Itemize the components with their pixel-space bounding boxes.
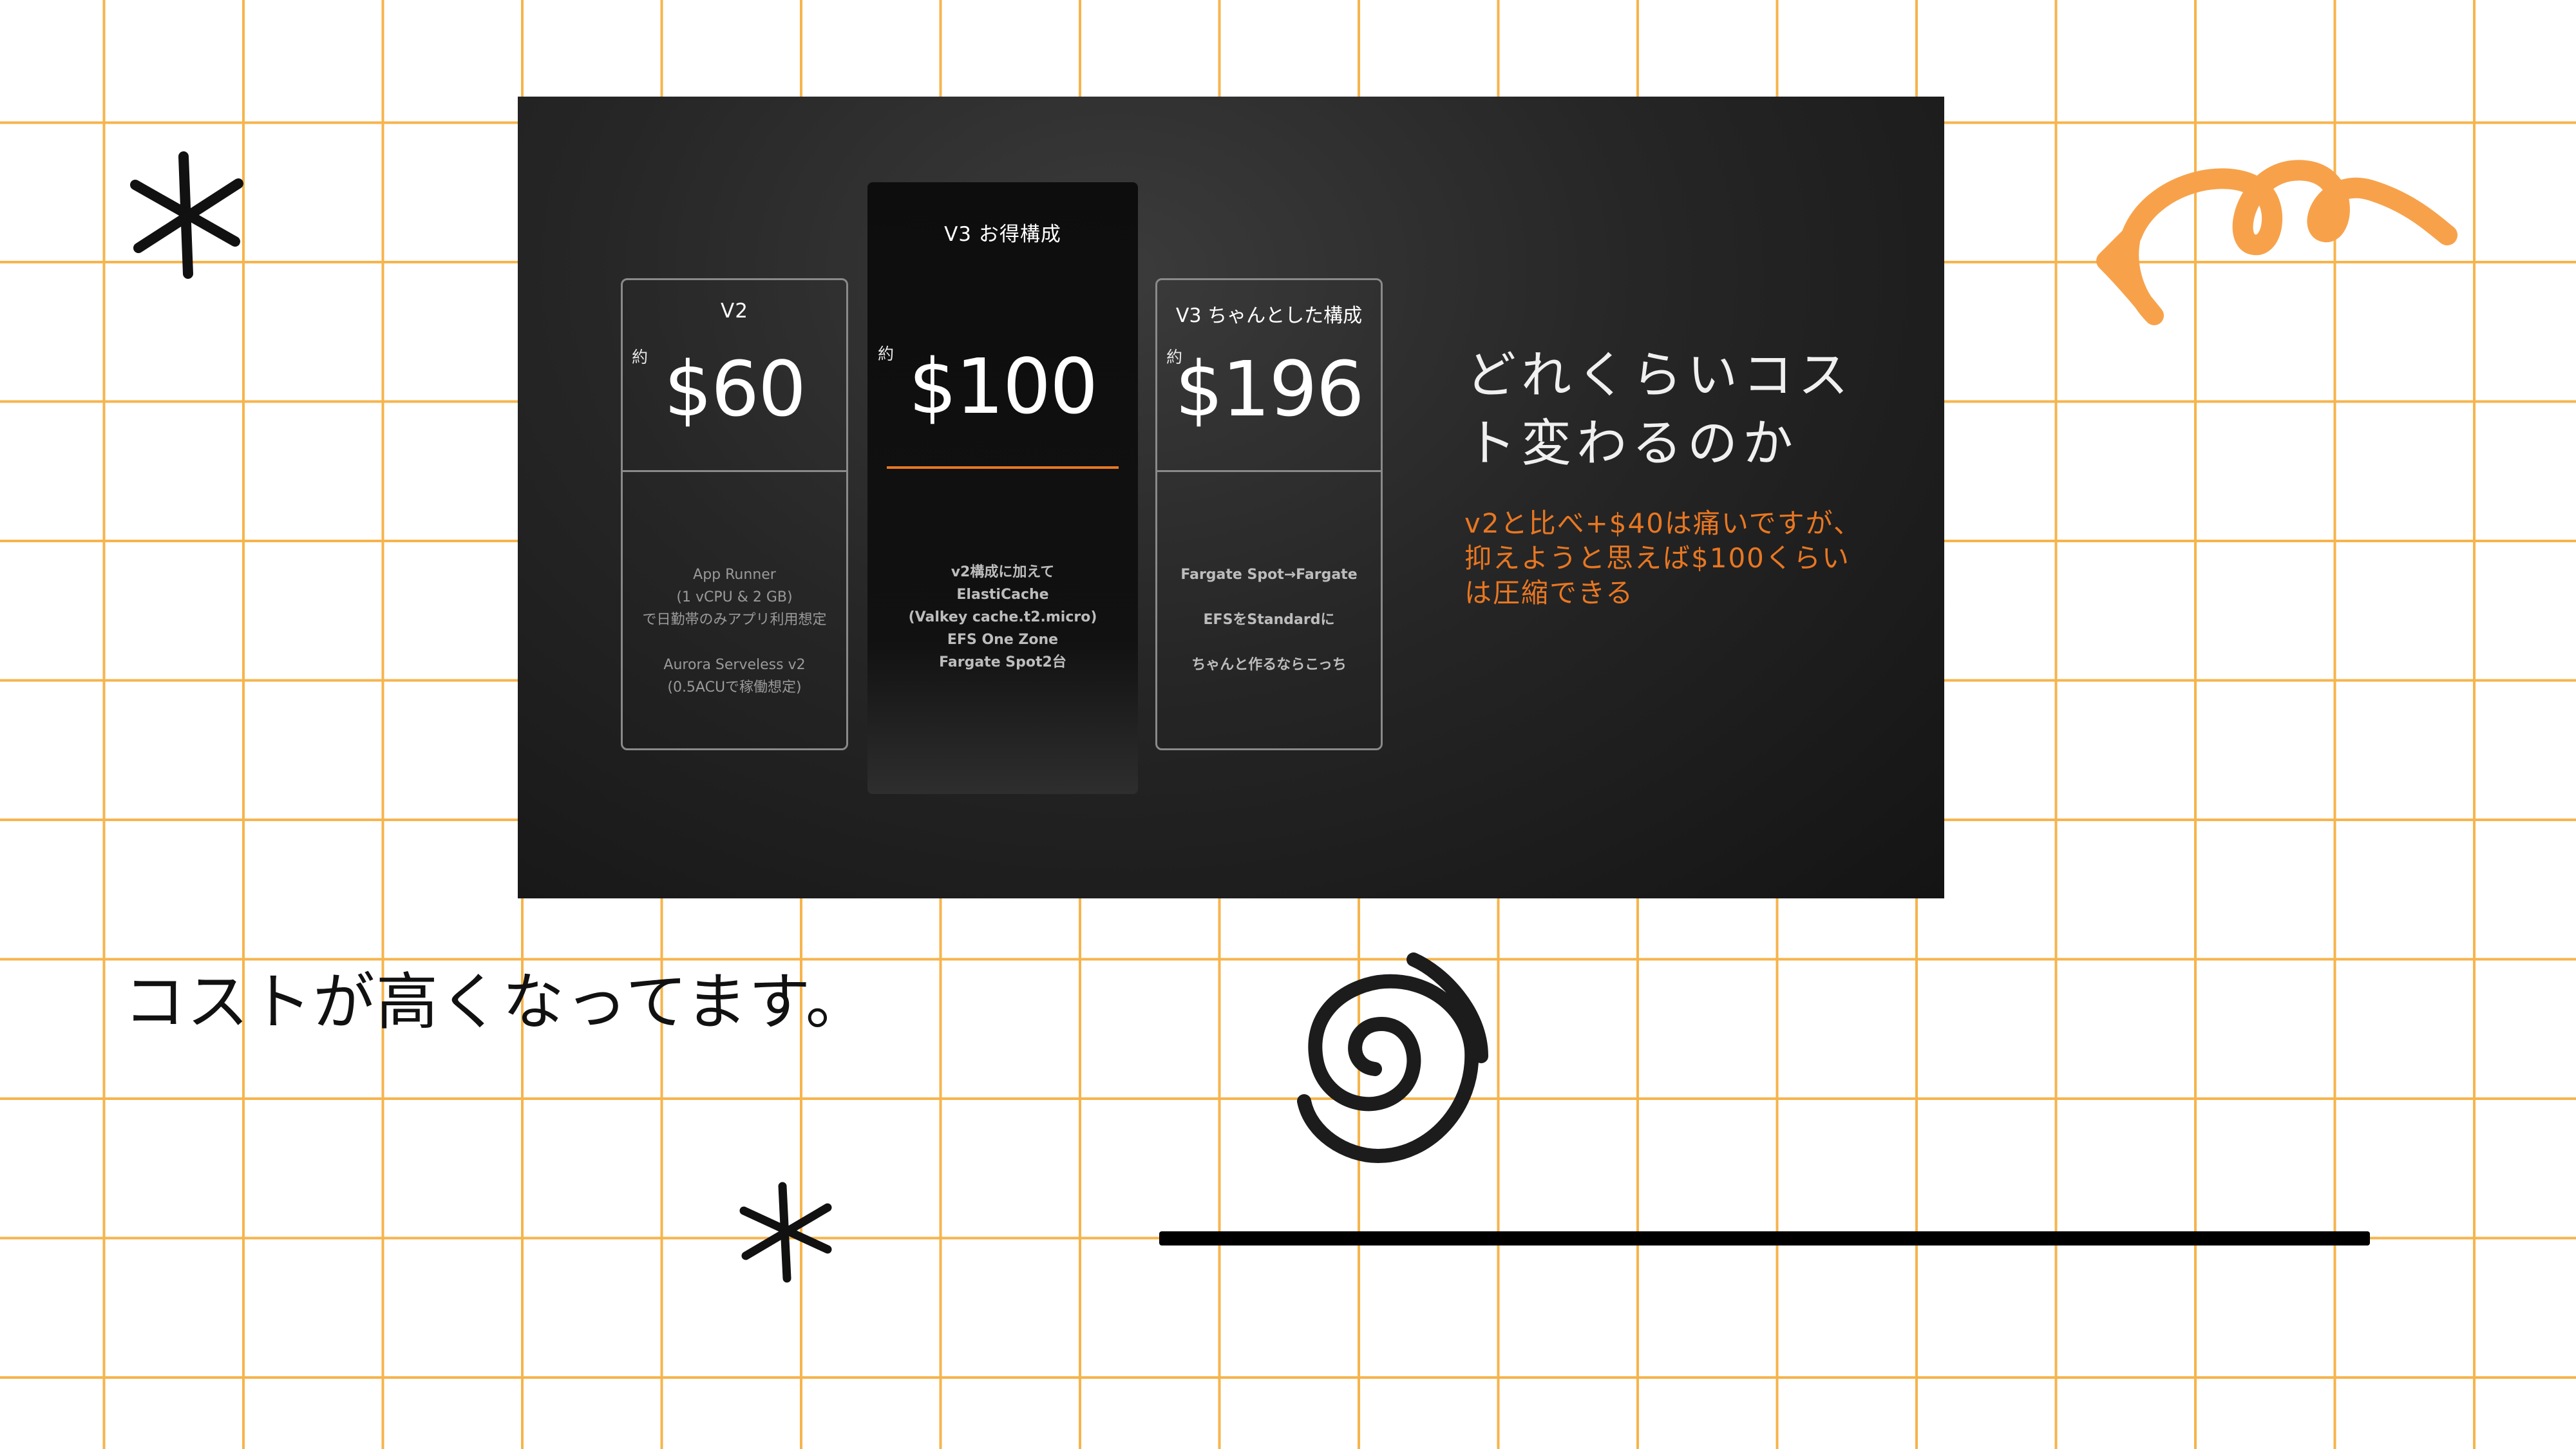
presentation-slide: V2 約 $60 App Runner (1 vCPU & 2 GB) で日勤帯… [518, 97, 1944, 898]
plan-details: App Runner (1 vCPU & 2 GB) で日勤帯のみアプリ利用想定… [642, 567, 827, 696]
asterisk-icon [739, 1182, 832, 1283]
plan-details: v2構成に加えて ElastiCache (Valkey cache.t2.mi… [908, 564, 1097, 670]
plan-title: V2 [721, 299, 748, 323]
accent-divider [887, 466, 1119, 469]
plan-price: $100 [908, 342, 1098, 431]
plan-price: $196 [1175, 345, 1364, 433]
card-divider [1157, 470, 1381, 472]
caption-text: コストが高くなってます。 [124, 966, 869, 1038]
plan-title: V3 ちゃんとした構成 [1175, 305, 1363, 327]
plan-card-v2: V2 約 $60 App Runner (1 vCPU & 2 GB) で日勤帯… [621, 278, 848, 750]
slide-heading: どれくらいコス ト変わるのか [1466, 346, 1854, 473]
plan-title: V3 お得構成 [944, 223, 1061, 246]
card-divider [623, 470, 846, 472]
slide-subtext: v2と比べ+$40は痛いですが、 抑えようと思えば$100くらい は圧縮できる [1464, 507, 1862, 609]
asterisk-icon [130, 151, 243, 279]
plan-details: Fargate Spot→Fargate EFSをStandardに ちゃんと作… [1180, 567, 1358, 673]
plan-card-v3-standard: V3 ちゃんとした構成 約 $196 Fargate Spot→Fargate … [1155, 278, 1383, 750]
plan-price: $60 [663, 345, 806, 433]
underline-stroke [1159, 1231, 2370, 1245]
plan-card-v3-budget: V3 お得構成 約 $100 v2構成に加えて ElastiCache (Val… [867, 182, 1138, 794]
orange-squiggle-arrow-icon [2096, 160, 2458, 325]
spiral-doodle-icon [1297, 952, 1488, 1163]
